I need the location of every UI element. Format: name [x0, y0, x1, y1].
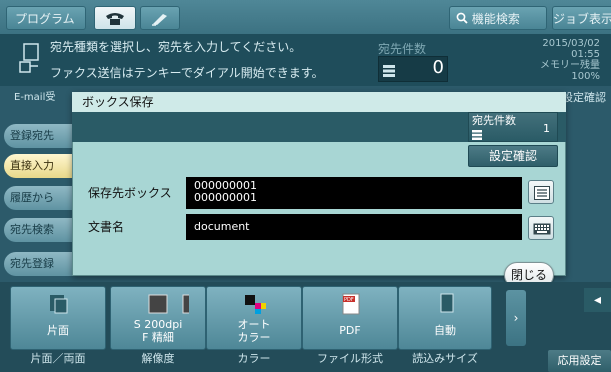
annotate-button[interactable]	[140, 6, 180, 30]
keyboard-button[interactable]	[528, 216, 554, 240]
pdf-file-icon: PDF	[342, 293, 360, 315]
document-fax-icon	[19, 43, 39, 73]
caption-file-format: ファイル形式	[317, 352, 383, 365]
tile-color[interactable]: オート カラー	[206, 286, 302, 350]
chevron-right-icon: ›	[513, 311, 519, 325]
save-box-field[interactable]: 000000001 000000001	[186, 177, 522, 209]
list-icon	[383, 65, 395, 77]
simplex-page-icon	[50, 295, 68, 314]
fax-mode-button[interactable]	[94, 6, 136, 30]
tile-file-format-text: PDF	[339, 324, 361, 337]
arrow-left-icon: ◂	[593, 292, 602, 308]
tile-resolution[interactable]: S 200dpi F 精細	[110, 286, 206, 350]
memory-label: メモリー残量	[540, 60, 600, 71]
page-icon	[440, 293, 454, 313]
destination-count-label: 宛先件数	[378, 42, 427, 56]
list-icon	[534, 186, 550, 200]
memory-value: 100%	[571, 71, 600, 82]
time-text: 01:55	[571, 49, 600, 60]
tile-color-color: カラー	[237, 331, 271, 344]
document-name-field[interactable]: document	[186, 214, 522, 240]
box-list-button[interactable]	[528, 180, 554, 204]
color-squares-icon	[245, 295, 266, 314]
document-name-label: 文書名	[88, 220, 125, 234]
next-page-button[interactable]: ›	[506, 290, 526, 346]
resolution-icon	[148, 294, 189, 314]
tile-duplex-text: 片面	[47, 324, 69, 337]
tile-resolution-fax: F 精細	[142, 331, 174, 344]
tile-resolution-scan: S 200dpi	[133, 318, 183, 331]
save-box-label: 保存先ボックス	[88, 186, 172, 200]
destination-count-value: 0	[432, 57, 444, 78]
job-display-button[interactable]: ジョブ表示	[552, 6, 611, 30]
fax-hint-text: ファクス送信はテンキーでダイアル開始できます。	[50, 66, 324, 80]
function-search-button[interactable]: 機能検索	[449, 6, 547, 30]
list-icon	[472, 130, 482, 140]
save-box-value-2: 000000001	[194, 191, 257, 204]
tile-scan-size-text: 自動	[434, 324, 456, 337]
search-label: 機能検索	[471, 12, 520, 26]
back-arrow-button[interactable]: ◂	[584, 288, 611, 312]
date-text: 2015/03/02	[542, 38, 600, 49]
dialog-count-value: 1	[543, 122, 550, 135]
caption-duplex: 片面／両面	[30, 352, 86, 365]
program-button[interactable]: プログラム	[6, 6, 86, 30]
phone-icon	[106, 13, 124, 25]
application-settings-button[interactable]: 応用設定	[548, 350, 611, 372]
caption-scan-size: 読込みサイズ	[412, 352, 478, 365]
tile-duplex[interactable]: 片面	[10, 286, 106, 350]
caption-color: カラー	[237, 352, 271, 365]
tile-file-format[interactable]: PDF PDF	[302, 286, 398, 350]
tile-scan-size[interactable]: 自動	[398, 286, 492, 350]
pen-icon	[152, 14, 167, 26]
caption-resolution: 解像度	[141, 352, 175, 365]
status-info: 2015/03/02 01:55 メモリー残量 100%	[500, 38, 600, 82]
keyboard-icon	[533, 223, 551, 235]
instruction-text: 宛先種類を選択し、宛先を入力してください。	[50, 40, 302, 54]
pdf-icon-label: PDF	[344, 297, 354, 303]
dialog-confirm-button[interactable]: 設定確認	[468, 145, 558, 167]
dialog-count-label: 宛先件数	[472, 114, 516, 127]
dialog-title: ボックス保存	[72, 92, 566, 112]
tile-color-auto: オート	[237, 318, 271, 331]
search-icon	[456, 12, 468, 24]
